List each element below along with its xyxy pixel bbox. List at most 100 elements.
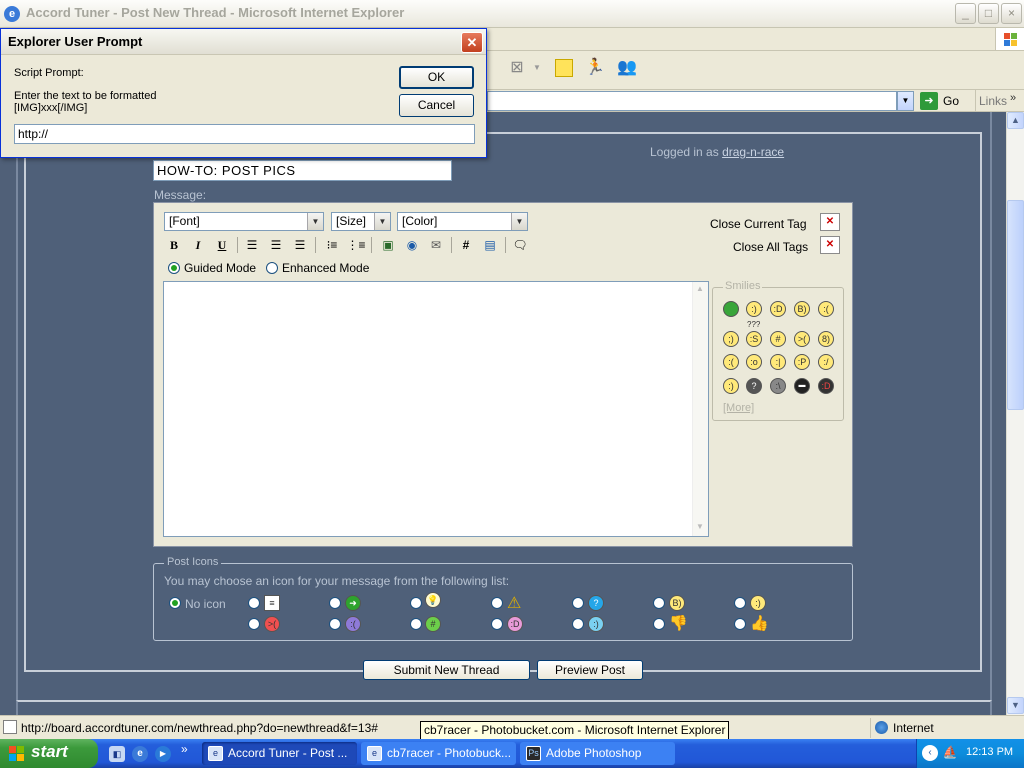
cool-icon[interactable]: B) <box>794 301 810 317</box>
scroll-up-icon[interactable]: ▲ <box>1007 112 1024 129</box>
preview-post-button[interactable]: Preview Post <box>537 660 643 680</box>
align-left-icon[interactable]: ☰ <box>242 235 262 255</box>
more-smilies-link[interactable]: [More] <box>723 402 754 414</box>
post-icon-radio[interactable] <box>572 597 584 609</box>
grey-icon[interactable]: :\ <box>770 378 786 394</box>
ok-button[interactable]: OK <box>399 66 474 89</box>
address-input[interactable] <box>487 91 897 111</box>
notes-icon[interactable] <box>553 57 575 79</box>
devil-icon[interactable]: :D <box>818 378 834 394</box>
teeth-icon[interactable]: # <box>770 331 786 347</box>
tongue-icon[interactable]: :P <box>794 354 810 370</box>
textarea-scrollbar[interactable]: ▲ ▼ <box>692 282 708 536</box>
font-select[interactable]: [Font] ▼ <box>164 212 324 231</box>
task-photoshop[interactable]: Ps Adobe Photoshop <box>520 742 675 765</box>
post-icon-radio[interactable] <box>491 597 503 609</box>
task-photobucket[interactable]: e cb7racer - Photobuck... <box>361 742 516 765</box>
italic-button[interactable]: I <box>188 235 208 255</box>
insert-image-icon[interactable]: ▣ <box>378 235 398 255</box>
post-icon-radio[interactable] <box>734 618 746 630</box>
thread-title-input[interactable]: HOW-TO: POST PICS <box>153 160 452 181</box>
post-icon-radio[interactable] <box>491 618 503 630</box>
page-scrollbar[interactable]: ▲ ▼ <box>1006 112 1024 715</box>
network-icon[interactable]: ⛵ <box>942 745 958 761</box>
align-right-icon[interactable]: ☰ <box>290 235 310 255</box>
post-icon-radio[interactable] <box>248 597 260 609</box>
quote-icon[interactable]: 🗨 <box>510 235 530 255</box>
scroll-thumb[interactable] <box>1007 200 1024 410</box>
maximize-button[interactable]: □ <box>978 3 999 24</box>
bold-button[interactable]: B <box>164 235 184 255</box>
username-link[interactable]: drag-n-race <box>722 145 784 159</box>
frown-icon[interactable]: :( <box>818 301 834 317</box>
prompt-input[interactable]: http:// <box>14 124 475 144</box>
align-center-icon[interactable]: ☰ <box>266 235 286 255</box>
post-icon-radio[interactable] <box>734 597 746 609</box>
ordered-list-icon[interactable]: ⁝≡ <box>322 235 342 255</box>
start-button[interactable]: start <box>0 739 98 768</box>
insert-code-icon[interactable]: ▤ <box>480 235 500 255</box>
chevron-right-icon[interactable]: » <box>1010 92 1016 104</box>
post-icon-radio[interactable] <box>653 618 665 630</box>
messenger-icon[interactable]: 👥 <box>616 57 638 79</box>
enhanced-mode-radio[interactable] <box>266 262 278 274</box>
post-icon-radio[interactable] <box>329 597 341 609</box>
submit-new-thread-button[interactable]: Submit New Thread <box>363 660 530 680</box>
eek-icon[interactable]: :o <box>746 354 762 370</box>
dropdown-arrow-icon[interactable]: ▼ <box>533 63 541 72</box>
post-icon-radio[interactable] <box>248 618 260 630</box>
ie-window-icon: e <box>367 746 382 761</box>
message-textarea[interactable]: ▲ ▼ <box>163 281 709 537</box>
angry-icon: >( <box>264 616 280 632</box>
go-arrow-icon[interactable]: ➜ <box>920 92 938 110</box>
smile-icon[interactable]: :) <box>746 301 762 317</box>
show-desktop-icon[interactable]: ◧ <box>109 746 125 762</box>
close-current-tag-button[interactable]: ✕ <box>820 213 840 231</box>
cancel-button[interactable]: Cancel <box>399 94 474 117</box>
media-player-icon[interactable]: ▶ <box>155 746 171 762</box>
running-man-icon[interactable]: 🏃 <box>584 57 606 79</box>
guided-mode-radio[interactable] <box>168 262 180 274</box>
no-icon-radio[interactable] <box>169 597 181 609</box>
size-select[interactable]: [Size] ▼ <box>331 212 391 231</box>
close-all-tags-button[interactable]: ✕ <box>820 236 840 254</box>
grin-icon[interactable]: :D <box>770 301 786 317</box>
wink-icon[interactable]: ;) <box>723 331 739 347</box>
post-icon-radio[interactable] <box>572 618 584 630</box>
hash-icon[interactable]: # <box>456 235 476 255</box>
black-icon[interactable]: ▬ <box>794 378 810 394</box>
confused-icon[interactable]: :S <box>746 331 762 347</box>
ie-quicklaunch-icon[interactable]: e <box>132 746 148 762</box>
unordered-list-icon[interactable]: ⋮≡ <box>346 235 366 255</box>
scroll-up-icon[interactable]: ▲ <box>696 284 704 293</box>
links-label[interactable]: Links <box>979 94 1007 108</box>
mad-icon[interactable]: >( <box>794 331 810 347</box>
scroll-down-icon[interactable]: ▼ <box>696 522 704 531</box>
rolleyes-icon[interactable]: :/ <box>818 354 834 370</box>
go-button[interactable]: Go <box>943 94 959 108</box>
question-icon: ? <box>588 595 604 611</box>
dialog-close-button[interactable]: ✕ <box>461 32 483 53</box>
close-window-button[interactable]: × <box>1001 3 1022 24</box>
underline-button[interactable]: U <box>212 235 232 255</box>
post-icon-radio[interactable] <box>653 597 665 609</box>
fullscreen-icon[interactable]: ⊠ <box>506 57 528 79</box>
nerd-icon[interactable]: 8) <box>818 331 834 347</box>
post-icon-radio[interactable] <box>410 618 422 630</box>
task-accord-tuner[interactable]: e Accord Tuner - Post ... <box>202 742 357 765</box>
question-icon[interactable]: ? <box>746 378 762 394</box>
color-select[interactable]: [Color] ▼ <box>397 212 528 231</box>
smile-green-icon[interactable] <box>723 301 739 317</box>
post-icon-radio[interactable] <box>329 618 341 630</box>
insert-email-icon[interactable]: ✉ <box>426 235 446 255</box>
smile2-icon[interactable]: :) <box>723 378 739 394</box>
tray-chevron-icon[interactable]: ‹ <box>922 745 938 761</box>
neutral-icon[interactable]: :| <box>770 354 786 370</box>
sad-icon[interactable]: :( <box>723 354 739 370</box>
address-dropdown-button[interactable]: ▼ <box>897 91 914 111</box>
quicklaunch-chevron-icon[interactable]: » <box>181 742 188 756</box>
insert-link-icon[interactable]: ◉ <box>402 235 422 255</box>
post-icon-radio[interactable] <box>410 597 422 609</box>
scroll-down-icon[interactable]: ▼ <box>1007 697 1024 714</box>
minimize-button[interactable]: _ <box>955 3 976 24</box>
